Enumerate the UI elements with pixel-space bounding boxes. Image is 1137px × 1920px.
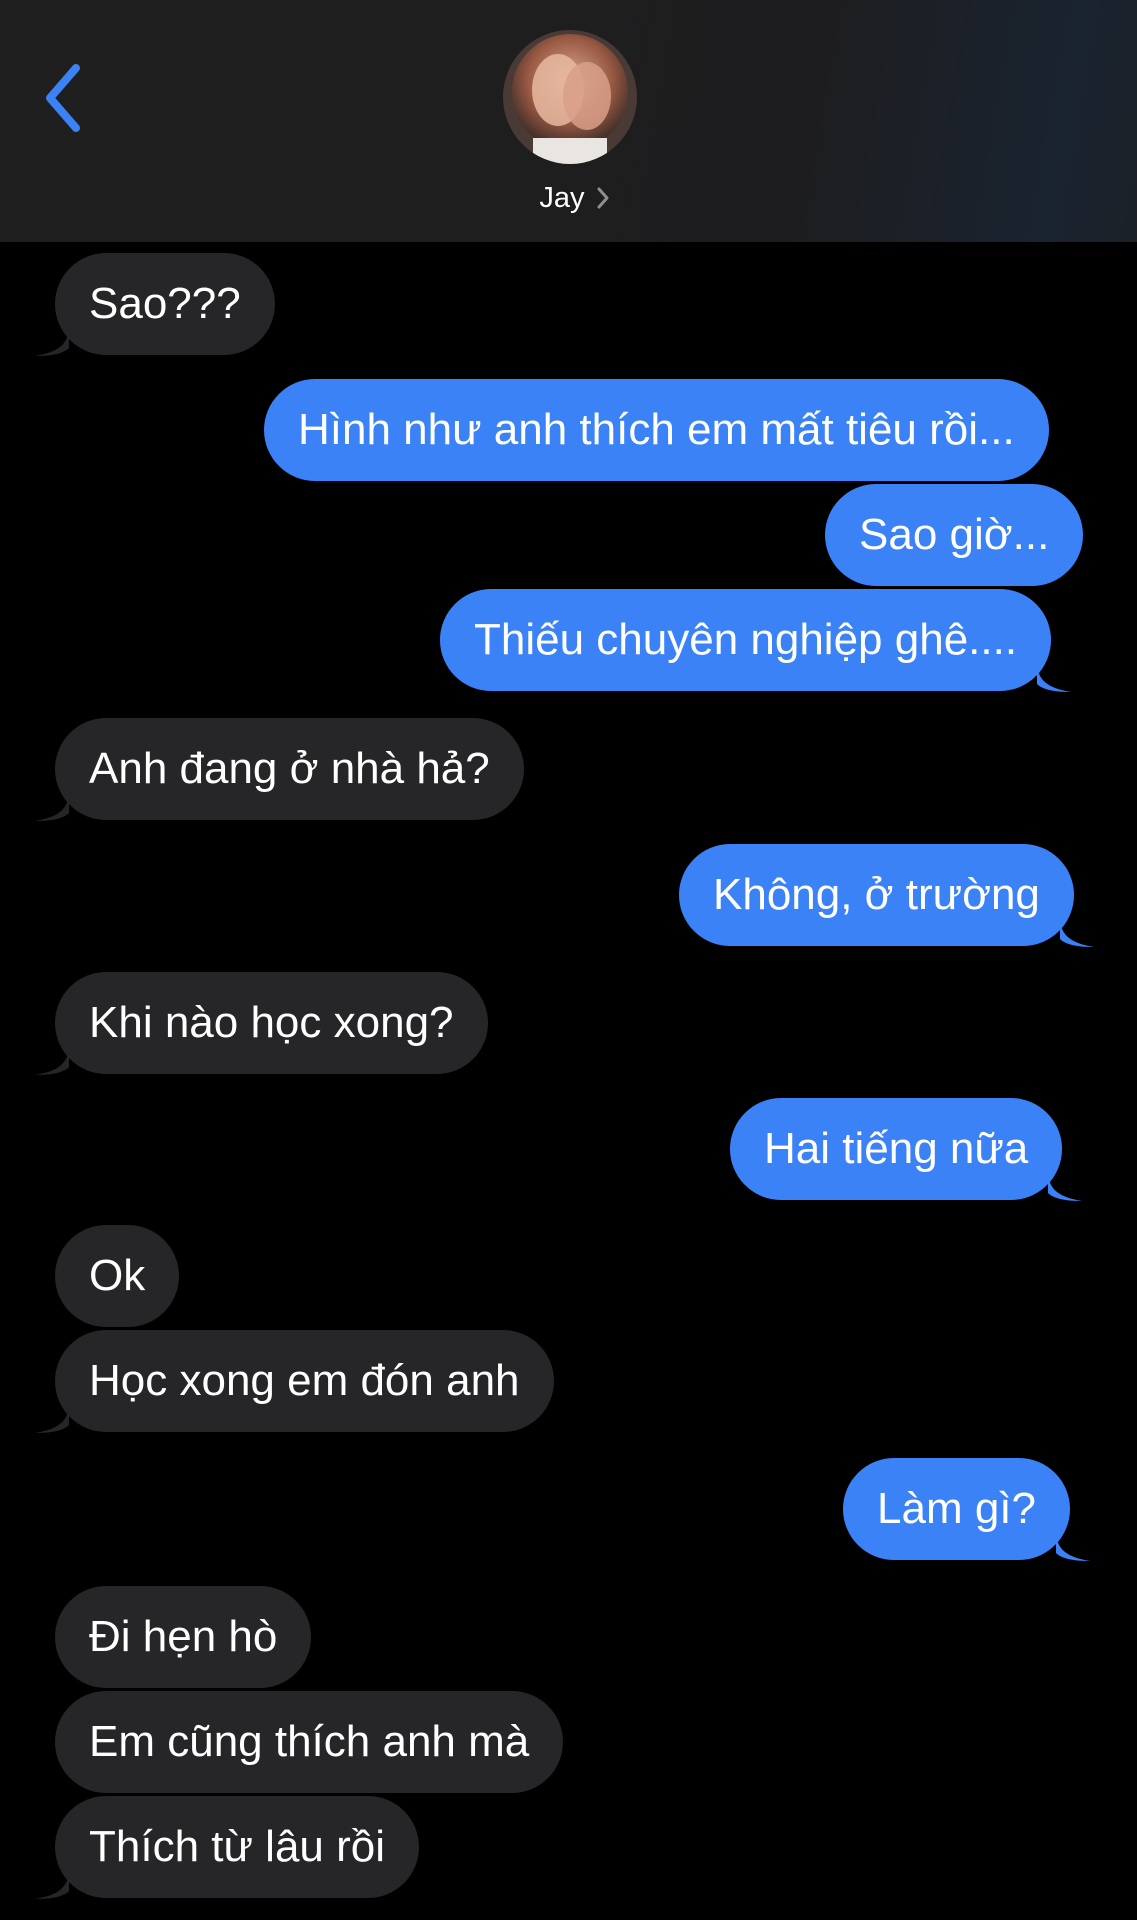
message-text: Học xong em đón anh (89, 1356, 520, 1405)
avatar[interactable] (503, 30, 637, 164)
bubble-tail (35, 1407, 69, 1433)
bubble-tail (35, 330, 69, 356)
message-text: Không, ở trường (713, 870, 1040, 919)
message-thread[interactable]: Sao??? Hình như anh thích em mất tiêu rồ… (0, 242, 1137, 1920)
bubble-tail (1048, 1175, 1083, 1201)
message-text: Thích từ lâu rồi (89, 1822, 386, 1871)
message-text: Sao??? (89, 279, 241, 328)
message-text: Sao giờ... (859, 510, 1050, 559)
message-text: Em cũng thích anh mà (89, 1717, 530, 1766)
contact-name-button[interactable]: Jay (500, 178, 650, 218)
received-message-bubble[interactable]: Sao??? (35, 253, 275, 356)
message-text: Hình như anh thích em mất tiêu rồi... (298, 405, 1015, 454)
message-text: Hai tiếng nữa (764, 1124, 1029, 1173)
sent-message-bubble[interactable]: Không, ở trường (679, 844, 1094, 947)
bubble-tail (1055, 1535, 1090, 1561)
bubble-tail (35, 1049, 69, 1075)
received-message-bubble[interactable]: Anh đang ở nhà hả? (35, 718, 524, 821)
received-message-bubble[interactable]: Thích từ lâu rồi (35, 1796, 420, 1899)
message-text: Đi hẹn hò (89, 1612, 278, 1661)
bubble-tail (1059, 921, 1094, 947)
bubble-tail (35, 795, 69, 821)
bubble-tail (35, 1873, 69, 1899)
message-text: Thiếu chuyên nghiệp ghê.... (474, 615, 1018, 664)
message-text: Làm gì? (877, 1484, 1036, 1533)
sent-message-bubble[interactable]: Hình như anh thích em mất tiêu rồi... (264, 379, 1049, 481)
message-text: Khi nào học xong? (89, 998, 454, 1047)
received-message-bubble[interactable]: Ok (55, 1225, 180, 1327)
sent-message-bubble[interactable]: Hai tiếng nữa (730, 1098, 1083, 1201)
conversation-header: Jay (0, 0, 1137, 242)
sent-message-bubble[interactable]: Làm gì? (843, 1458, 1090, 1561)
message-text: Ok (89, 1251, 146, 1300)
received-message-bubble[interactable]: Học xong em đón anh (35, 1330, 554, 1433)
sent-message-bubble[interactable]: Thiếu chuyên nghiệp ghê.... (440, 589, 1072, 692)
sent-message-bubble[interactable]: Sao giờ... (825, 484, 1084, 586)
received-message-bubble[interactable]: Em cũng thích anh mà (55, 1691, 564, 1793)
contact-name: Jay (539, 181, 585, 214)
chevron-left-icon[interactable] (40, 60, 90, 136)
bubble-tail (1037, 666, 1072, 692)
chevron-right-icon (597, 187, 609, 209)
message-text: Anh đang ở nhà hả? (89, 744, 490, 793)
received-message-bubble[interactable]: Khi nào học xong? (35, 972, 488, 1075)
received-message-bubble[interactable]: Đi hẹn hò (55, 1586, 312, 1688)
